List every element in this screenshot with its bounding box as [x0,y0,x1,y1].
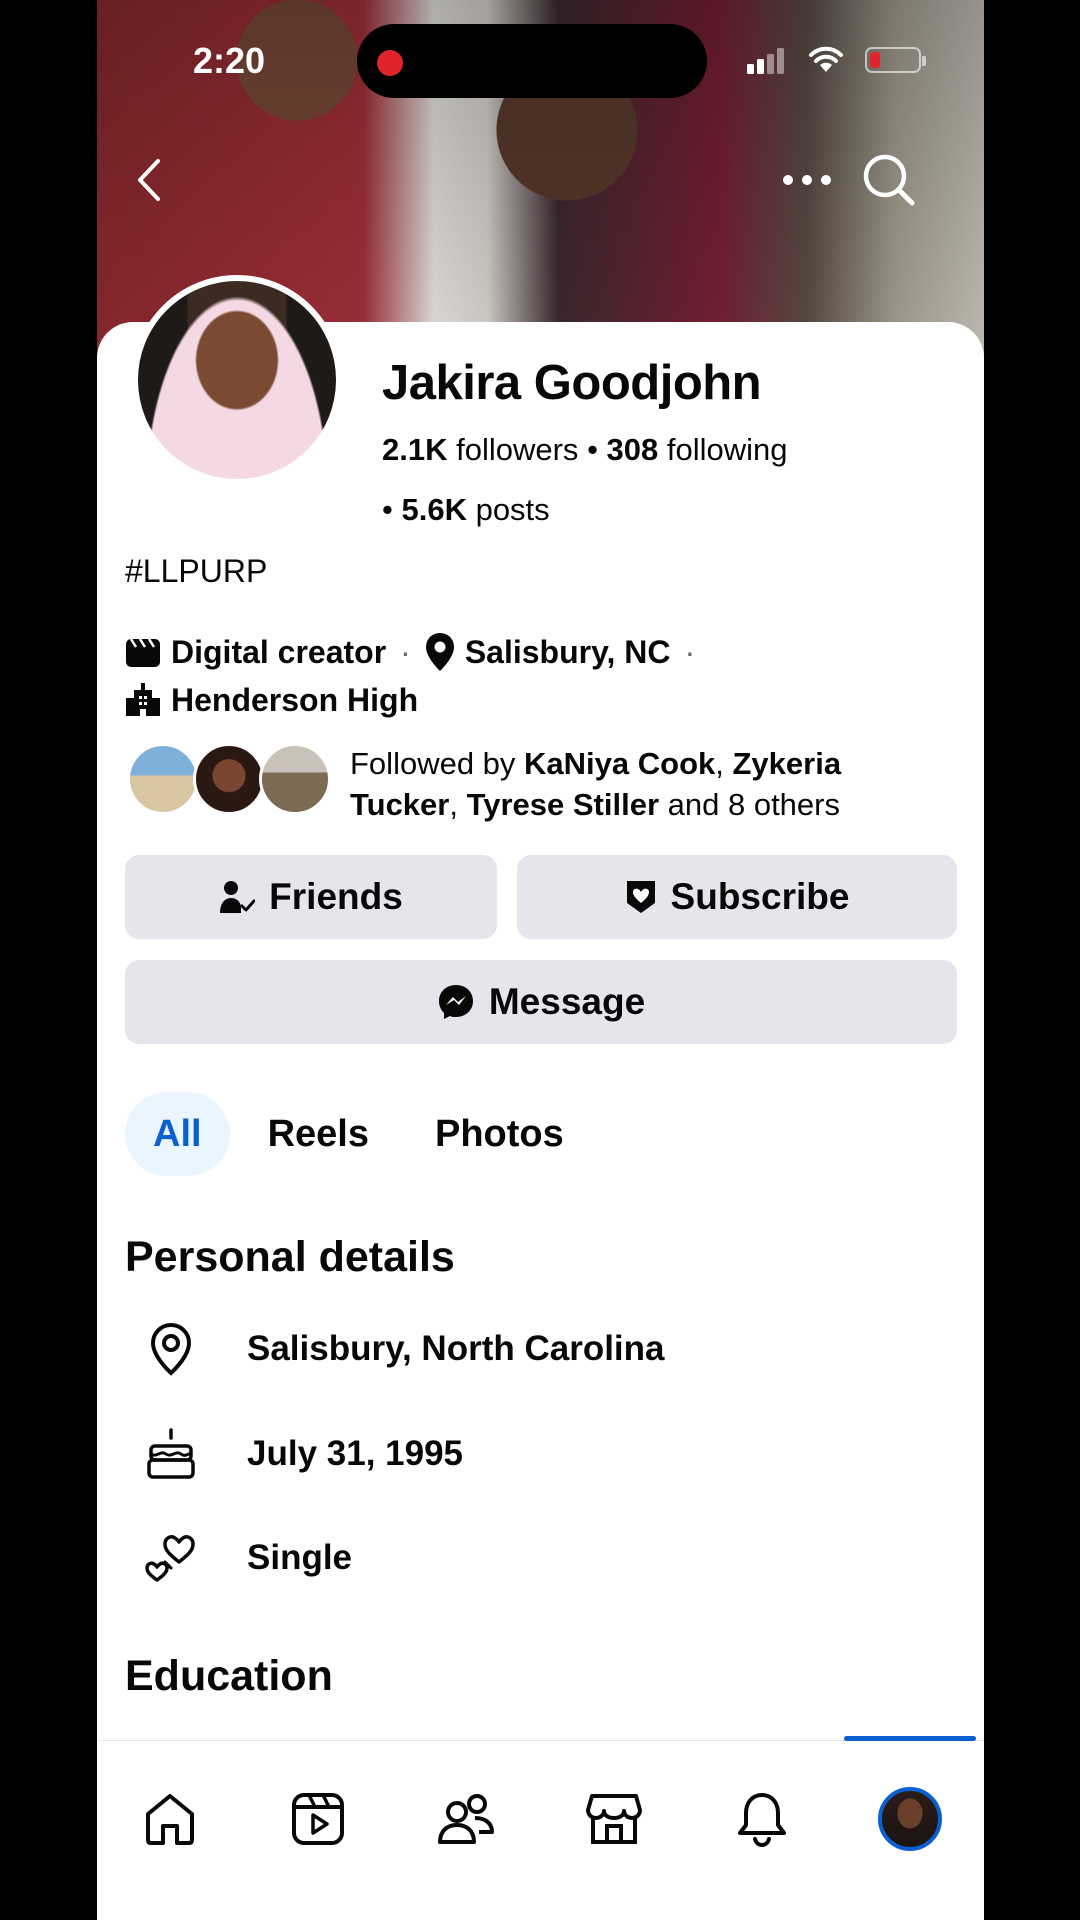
birthday-cake-icon [147,1428,195,1479]
mutual-friends-avatars[interactable] [127,743,331,815]
nav-profile[interactable] [865,1779,955,1859]
separator-dot: • [587,432,607,467]
tab-all[interactable]: All [125,1092,230,1176]
search-icon [863,154,915,206]
friend-check-icon [220,881,256,913]
bell-icon [738,1793,786,1847]
profile-tabs: All Reels Photos [125,1092,592,1176]
subscribe-label: Subscribe [670,876,850,917]
cellular-signal-icon [747,48,784,74]
detail-location[interactable]: Salisbury, North Carolina [125,1322,665,1376]
video-reels-icon [292,1793,344,1845]
followers-link[interactable]: 2.1K followers [382,432,578,467]
mutual-name-1[interactable]: KaNiya Cook [524,746,715,781]
location-pin-outline-icon [150,1322,192,1376]
friends-label: Friends [269,876,403,917]
search-button[interactable] [859,150,919,210]
battery-icon [865,47,926,73]
detail-birthday[interactable]: July 31, 1995 [125,1428,463,1480]
location-label: Salisbury, NC [464,634,671,670]
separator-dot: · [684,634,696,670]
active-tab-indicator [844,1736,976,1741]
wifi-icon [809,46,843,72]
following-link[interactable]: 308 following [607,432,788,467]
following-count: 308 [606,432,659,467]
mutual-friend-avatar [259,743,331,815]
posts-count: 5.6K [401,492,467,527]
mutual-friend-avatar [193,743,265,815]
messenger-icon [438,985,473,1019]
profile-avatar-icon [878,1787,942,1851]
mutual-friends-text[interactable]: Followed by KaNiya Cook, Zykeria Tucker,… [350,743,950,825]
intro-details: Digital creator · Salisbury, NC · Hender… [125,628,699,724]
nav-friends[interactable] [421,1779,511,1859]
status-time: 2:20 [193,40,266,81]
avatar[interactable] [132,275,342,485]
followers-label: followers [456,432,579,467]
friends-button[interactable]: Friends [125,855,497,939]
more-dots-icon [783,175,831,185]
subscribe-shield-icon [626,881,655,913]
message-label: Message [488,981,646,1022]
nav-home[interactable] [125,1779,215,1859]
school-building-icon [126,683,160,716]
detail-location-text: Salisbury, North Carolina [247,1329,665,1368]
friends-icon [438,1794,494,1844]
nav-video[interactable] [273,1779,363,1859]
back-button[interactable] [119,150,179,210]
posts-label: posts [475,492,550,527]
detail-relationship[interactable]: Single [125,1532,352,1584]
profile-name: Jakira Goodjohn [382,356,762,410]
category-label: Digital creator [171,634,387,670]
following-label: following [666,432,788,467]
school-label: Henderson High [171,682,419,718]
followers-count: 2.1K [382,432,448,467]
more-options-button[interactable] [777,150,837,210]
separator-dot: · [400,634,411,670]
education-heading: Education [125,1652,333,1700]
message-button[interactable]: Message [125,960,957,1044]
mutual-suffix[interactable]: and 8 others [668,787,840,822]
profile-screen: 2:20 Jakira Goodjohn 2.1K followers • 30… [97,0,984,1920]
home-icon [146,1794,194,1845]
recording-indicator-icon [377,50,403,76]
personal-details-heading: Personal details [125,1233,455,1281]
detail-birthday-text: July 31, 1995 [247,1434,463,1473]
posts-link[interactable]: 5.6K posts [401,492,549,527]
mutual-friend-avatar [127,743,199,815]
tab-photos[interactable]: Photos [407,1092,592,1176]
mutual-name-3[interactable]: Tyrese Stiller [467,787,659,822]
dynamic-island [357,24,707,98]
bio-text: #LLPURP [125,553,268,589]
status-bar: 2:20 [97,0,984,120]
subscribe-button[interactable]: Subscribe [517,855,957,939]
marketplace-store-icon [586,1794,642,1844]
hearts-icon [145,1535,195,1582]
nav-notifications[interactable] [717,1779,807,1859]
clapperboard-icon [126,638,160,667]
nav-marketplace[interactable] [569,1779,659,1859]
separator-dot: • [382,492,402,527]
chevron-left-icon [138,159,160,201]
tab-reels[interactable]: Reels [240,1092,397,1176]
profile-stats: 2.1K followers • 308 following • 5.6K po… [382,420,942,540]
bottom-navigation [97,1736,984,1920]
location-pin-icon [425,633,454,671]
detail-relationship-text: Single [247,1538,353,1577]
mutual-prefix: Followed by [350,746,525,781]
